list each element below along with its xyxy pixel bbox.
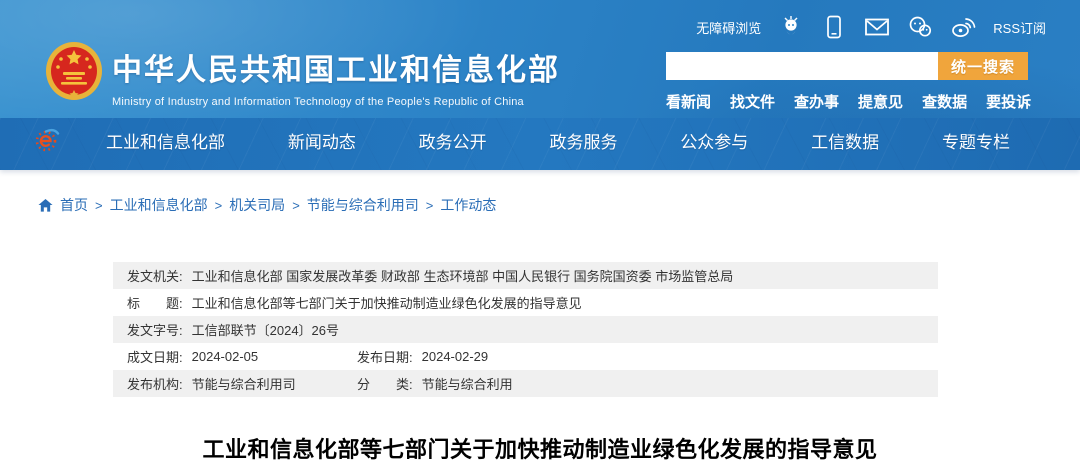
quick-link-complaints[interactable]: 要投诉 (986, 91, 1031, 112)
breadcrumb-separator: > (426, 198, 434, 213)
nav-item-participation[interactable]: 公众参与 (680, 128, 748, 153)
meta-label: 发文机关: (127, 266, 183, 285)
brand-block: 中华人民共和国工业和信息化部 Ministry of Industry and … (112, 45, 560, 108)
meta-label: 标 题: (127, 293, 183, 312)
meta-value: 工信部联节〔2024〕26号 (192, 320, 339, 339)
breadcrumb-separator: > (292, 198, 300, 213)
mobile-icon[interactable] (821, 14, 847, 40)
breadcrumb-work-news[interactable]: 工作动态 (440, 195, 496, 215)
unified-search-button[interactable]: 统一搜索 (938, 52, 1028, 80)
meta-row-publisher: 发布机构: 节能与综合利用司 分 类: 节能与综合利用 (113, 370, 938, 397)
quick-links: 看新闻 找文件 查办事 提意见 查数据 要投诉 (666, 91, 1028, 112)
breadcrumb: 首页 > 工业和信息化部 > 机关司局 > 节能与综合利用司 > 工作动态 (38, 195, 1080, 215)
home-icon[interactable] (38, 198, 53, 213)
quick-link-news[interactable]: 看新闻 (666, 91, 711, 112)
wechat-icon[interactable] (907, 14, 933, 40)
quick-link-suggestions[interactable]: 提意见 (858, 91, 903, 112)
meta-value: 工业和信息化部 国家发展改革委 财政部 生态环境部 中国人民银行 国务院国资委 … (192, 266, 734, 285)
nav-item-special-topics[interactable]: 专题专栏 (942, 128, 1010, 153)
meta-label: 成文日期: (127, 347, 183, 366)
meta-label: 发布机构: (127, 374, 183, 393)
nav-items: 工业和信息化部 新闻动态 政务公开 政务服务 公众参与 工信数据 专题专栏 (106, 128, 1010, 153)
breadcrumb-separator: > (215, 198, 223, 213)
meta-value: 2024-02-05 (192, 349, 259, 364)
miit-e-logo-icon (34, 127, 60, 153)
main-nav: 工业和信息化部 新闻动态 政务公开 政务服务 公众参与 工信数据 专题专栏 (0, 118, 1080, 170)
meta-row-issuing-agency: 发文机关: 工业和信息化部 国家发展改革委 财政部 生态环境部 中国人民银行 国… (113, 262, 938, 289)
article-title: 工业和信息化部等七部门关于加快推动制造业绿色化发展的指导意见 (0, 432, 1080, 464)
meta-row-title: 标 题: 工业和信息化部等七部门关于加快推动制造业绿色化发展的指导意见 (113, 289, 938, 316)
nav-item-miit-data[interactable]: 工信数据 (811, 128, 879, 153)
breadcrumb-separator: > (95, 198, 103, 213)
meta-value: 节能与综合利用 (422, 374, 513, 393)
meta-label: 发布日期: (357, 347, 413, 366)
national-emblem-icon (44, 41, 104, 103)
quick-link-services[interactable]: 查办事 (794, 91, 839, 112)
meta-value: 2024-02-29 (422, 349, 489, 364)
meta-row-doc-number: 发文字号: 工信部联节〔2024〕26号 (113, 316, 938, 343)
search-input[interactable] (666, 52, 938, 80)
nav-item-news[interactable]: 新闻动态 (288, 128, 356, 153)
meta-row-dates: 成文日期: 2024-02-05 发布日期: 2024-02-29 (113, 343, 938, 370)
weibo-icon[interactable] (950, 14, 976, 40)
document-meta-table: 发文机关: 工业和信息化部 国家发展改革委 财政部 生态环境部 中国人民银行 国… (113, 262, 938, 397)
meta-value: 节能与综合利用司 (192, 374, 296, 393)
accessibility-link[interactable]: 无障碍浏览 (696, 18, 761, 37)
nav-item-gov-services[interactable]: 政务服务 (549, 128, 617, 153)
breadcrumb-home[interactable]: 首页 (60, 195, 88, 215)
site-title: 中华人民共和国工业和信息化部 (112, 45, 560, 89)
site-subtitle-en: Ministry of Industry and Information Tec… (112, 96, 560, 108)
meta-label: 分 类: (357, 374, 413, 393)
rss-link[interactable]: RSS订阅 (993, 18, 1046, 37)
breadcrumb-miit[interactable]: 工业和信息化部 (110, 195, 208, 215)
mail-icon[interactable] (864, 14, 890, 40)
breadcrumb-energy-dept[interactable]: 节能与综合利用司 (307, 195, 419, 215)
page-content: 首页 > 工业和信息化部 > 机关司局 > 节能与综合利用司 > 工作动态 发文… (0, 195, 1080, 464)
quick-link-data[interactable]: 查数据 (922, 91, 967, 112)
nav-item-miit[interactable]: 工业和信息化部 (106, 128, 225, 153)
topbar: 无障碍浏览 (696, 14, 1046, 40)
breadcrumb-departments[interactable]: 机关司局 (229, 195, 285, 215)
quick-link-documents[interactable]: 找文件 (730, 91, 775, 112)
site-header: 无障碍浏览 (0, 0, 1080, 170)
nav-item-gov-affairs[interactable]: 政务公开 (419, 128, 487, 153)
meta-label: 发文字号: (127, 320, 183, 339)
search-area: 统一搜索 看新闻 找文件 查办事 提意见 查数据 要投诉 (666, 52, 1028, 112)
meta-value: 工业和信息化部等七部门关于加快推动制造业绿色化发展的指导意见 (192, 293, 582, 312)
mascot-robot-icon[interactable] (778, 14, 804, 40)
